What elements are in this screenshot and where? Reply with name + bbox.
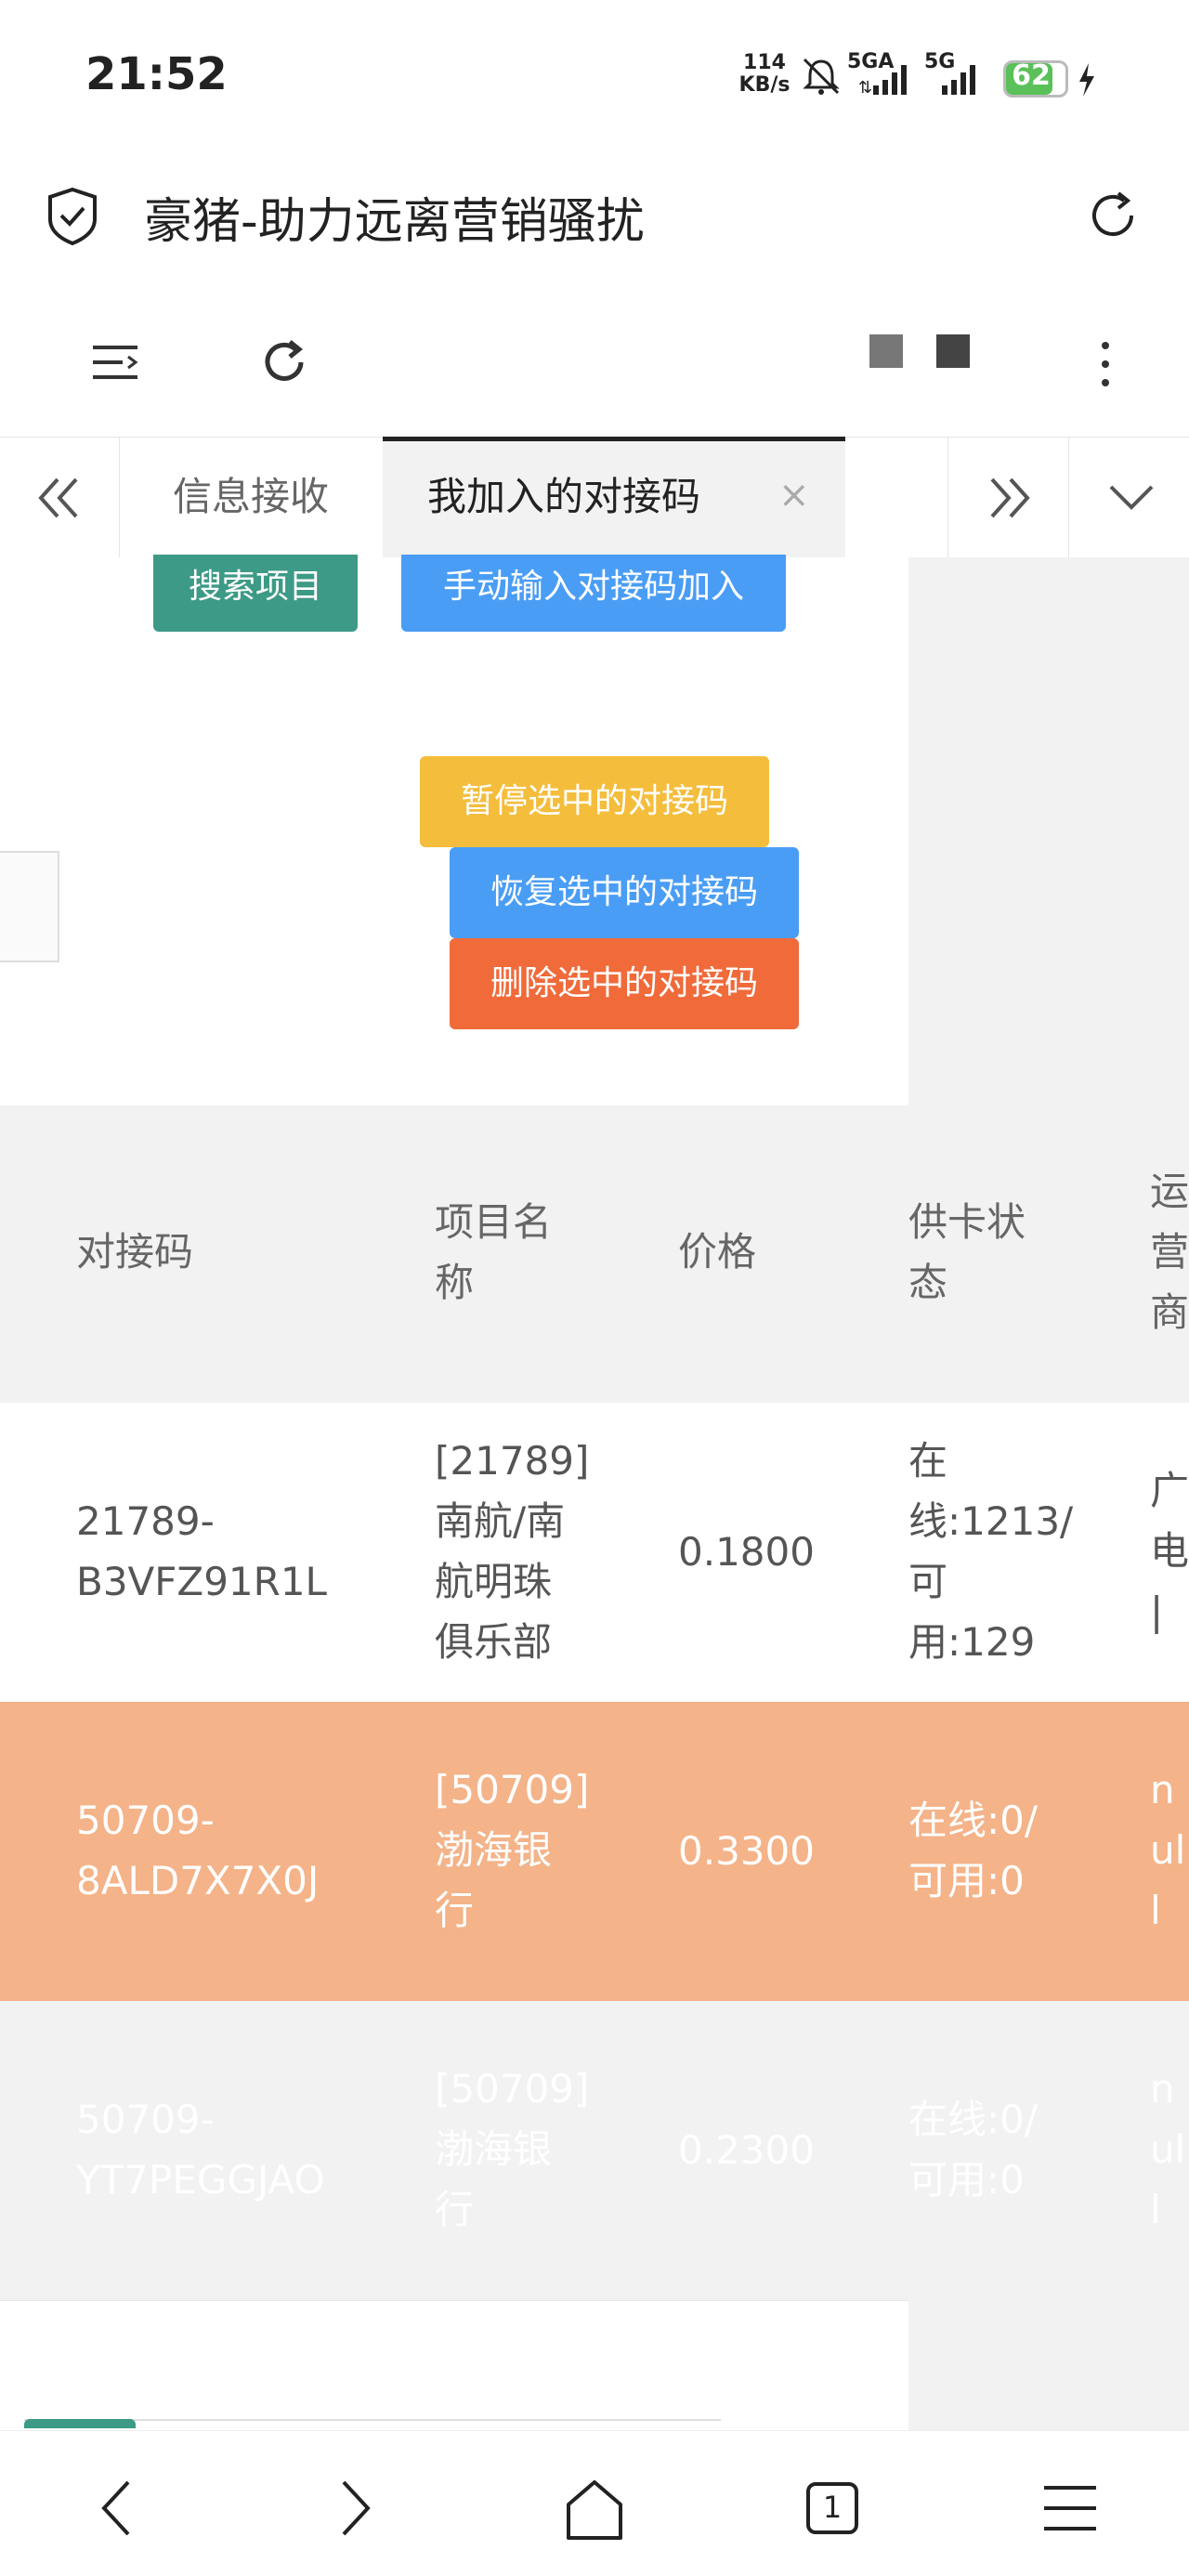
app-toolbar: [0, 283, 1189, 437]
cell-price: 0.1800: [678, 1529, 815, 1575]
tab-divider: [947, 438, 948, 558]
square-icon-gray[interactable]: [869, 334, 903, 368]
cell-price: 0.3300: [678, 1828, 815, 1874]
reload-icon[interactable]: [1083, 186, 1143, 245]
refresh-icon[interactable]: [258, 336, 310, 388]
shield-check-icon[interactable]: [45, 186, 100, 245]
cell-carrier: n ul l: [1150, 1767, 1186, 1933]
right-panel-background-bottom: [908, 2300, 1189, 2430]
charging-icon: [1079, 63, 1094, 97]
network-speed: 114 KB/s: [738, 52, 790, 97]
right-panel-background: [908, 557, 1189, 1105]
chevron-down-icon[interactable]: [1105, 476, 1157, 520]
header-carrier: 运 营 商: [1150, 1169, 1189, 1335]
tab-my-join-codes-label: 我加入的对接码: [427, 474, 701, 519]
tab-scroll-left-icon[interactable]: [33, 472, 85, 524]
table-row-selected[interactable]: 50709- 8ALD7X7X0J [50709] 渤海银 行 0.3300 在…: [0, 1702, 1189, 2002]
back-icon[interactable]: [80, 2471, 154, 2545]
table-header-row: 对接码 项目名 称 价格 供卡状 态 运 营 商: [0, 1105, 1189, 1404]
cell-card-status: 在线:0/ 可用:0: [908, 2097, 1039, 2203]
checkbox-area[interactable]: [0, 851, 59, 962]
table-row[interactable]: 21789- B3VFZ91R1L [21789] 南航/南 航明珠 俱乐部 0…: [0, 1403, 1189, 1703]
home-icon[interactable]: [557, 2471, 632, 2545]
tabs-count: 1: [822, 2490, 843, 2525]
cell-project-name: [50709] 渤海银 行: [435, 2066, 590, 2232]
tab-divider: [1068, 438, 1069, 558]
more-vertical-icon[interactable]: [1096, 338, 1115, 390]
cell-code: 50709- 8ALD7X7X0J: [76, 1798, 320, 1903]
pagination-active-page[interactable]: [24, 2419, 136, 2428]
square-icon-dark[interactable]: [936, 334, 970, 368]
tab-scroll-right-icon[interactable]: [983, 472, 1035, 524]
forward-icon[interactable]: [318, 2471, 392, 2545]
cell-code: 21789- B3VFZ91R1L: [76, 1498, 327, 1604]
search-project-button[interactable]: 搜索项目: [153, 555, 358, 632]
table-row[interactable]: 50709- YT7PEGGJAO [50709] 渤海银 行 0.2300 在…: [0, 2001, 1189, 2301]
cell-project-name: [50709] 渤海银 行: [435, 1767, 590, 1933]
signal-5g-icon: [942, 65, 975, 95]
battery-level: 62: [1012, 59, 1051, 92]
tab-divider: [119, 438, 120, 558]
signal-5ga-icon: ⇅: [858, 65, 907, 98]
manual-join-button[interactable]: 手动输入对接码加入: [401, 555, 786, 632]
menu-collapse-icon[interactable]: [89, 340, 141, 385]
cell-card-status: 在线:0/ 可用:0: [908, 1798, 1039, 1903]
mute-bell-icon: [803, 58, 840, 95]
tab-info-receive[interactable]: 信息接收: [121, 437, 381, 557]
header-card-status: 供卡状 态: [908, 1199, 1026, 1305]
cell-carrier: n ul l: [1150, 2066, 1186, 2232]
network-speed-value: 114: [743, 51, 786, 74]
header-code: 对接码: [76, 1229, 194, 1275]
menu-icon[interactable]: [1033, 2471, 1107, 2545]
resume-selected-button[interactable]: 恢复选中的对接码: [450, 847, 799, 938]
network-speed-unit: KB/s: [738, 73, 790, 97]
cell-price: 0.2300: [678, 2127, 815, 2173]
tab-close-icon[interactable]: ×: [778, 474, 810, 517]
delete-selected-button[interactable]: 删除选中的对接码: [450, 938, 799, 1029]
cell-code: 50709- YT7PEGGJAO: [76, 2097, 325, 2203]
cell-card-status: 在 线:1213/ 可 用:129: [908, 1438, 1074, 1665]
cell-project-name: [21789] 南航/南 航明珠 俱乐部: [435, 1438, 590, 1665]
header-price: 价格: [678, 1229, 757, 1275]
svg-text:⇅: ⇅: [858, 78, 872, 98]
cell-carrier: 广 电 |: [1150, 1468, 1189, 1634]
pause-selected-button[interactable]: 暂停选中的对接码: [420, 756, 769, 847]
page-title: 豪猪-助力远离营销骚扰: [144, 194, 645, 250]
header-project-name: 项目名 称: [435, 1199, 553, 1305]
status-time: 21:52: [85, 48, 228, 100]
